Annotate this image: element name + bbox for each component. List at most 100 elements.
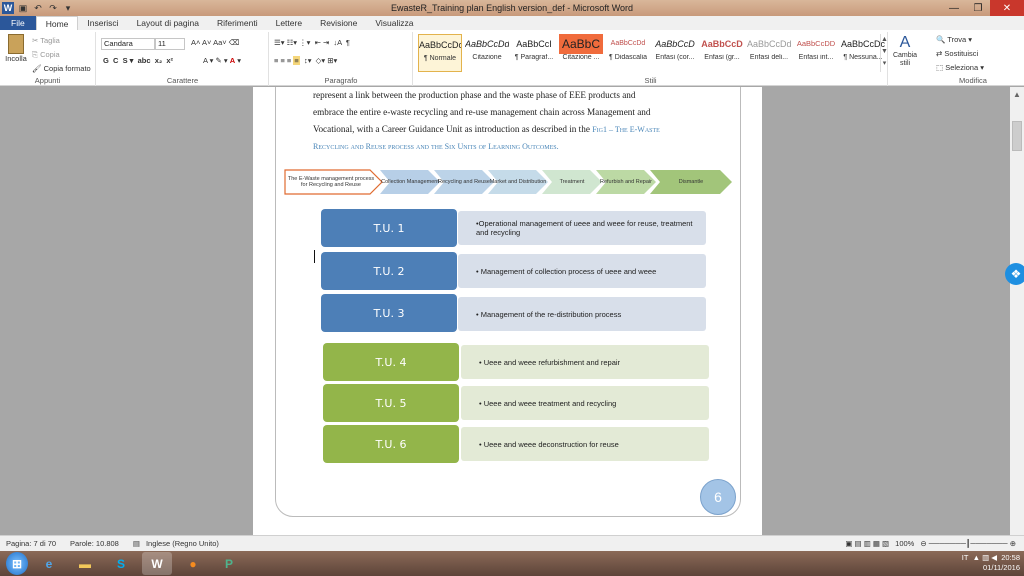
figure-reference-cont[interactable]: Recycling and Reuse process and the Six … (313, 142, 559, 151)
document-page[interactable]: represent a link between the production … (253, 87, 762, 535)
status-page[interactable]: Pagina: 7 di 70 (6, 539, 56, 548)
process-step: Refurbish and Repair (596, 170, 656, 194)
document-area[interactable]: represent a link between the production … (0, 87, 1010, 535)
zoom-level[interactable]: 100% (895, 539, 914, 548)
tab-mailings[interactable]: Lettere (267, 16, 311, 30)
clock-date[interactable]: 01/11/2016 (983, 563, 1020, 572)
align-buttons[interactable]: ≡ ≡ ≡ ≡ ↕▾ ◇▾ ⊞▾ (274, 56, 337, 65)
style-quote[interactable]: AaBbCcDdE Citazione (465, 34, 509, 72)
font-size-combo[interactable]: 11 (155, 38, 185, 50)
font-group-label: Carattere (166, 76, 199, 85)
cut-button[interactable]: ✂ Taglia (32, 36, 60, 45)
ribbon: Incolla ✂ Taglia ⎘ Copia 🖌 Copia formato… (0, 30, 1024, 86)
copy-button[interactable]: ⎘ Copia (32, 50, 60, 60)
text-effects-icon[interactable]: A ▾ ✎ ▾ A ▾ (203, 56, 241, 65)
word-taskbar-icon[interactable]: W (142, 552, 172, 575)
style-label: Enfasi (cor... (655, 54, 695, 61)
clock-time[interactable]: 20:58 (1001, 553, 1020, 562)
unit-description: • Ueee and weee treatment and recycling (461, 386, 709, 420)
process-step-label: Recycling and Reuse (438, 178, 490, 185)
style-preview: AaBbCcDc (419, 40, 461, 50)
save-icon[interactable]: ▣ (17, 2, 29, 14)
font-name-combo[interactable]: Candara (101, 38, 155, 50)
process-main-label: The E-Waste management process for Recyc… (287, 175, 375, 189)
restore-icon[interactable]: ❐ (966, 0, 990, 16)
system-tray: IT ▲ ▥ ◀ 20:58 01/11/2016 (961, 553, 1020, 572)
change-styles-button[interactable]: A Cambia stili (889, 32, 921, 86)
unit-description: • Ueee and weee refurbishment and repair (461, 345, 709, 379)
change-styles-label: Cambia stili (892, 52, 918, 67)
input-language[interactable]: IT (962, 553, 969, 562)
dropbox-icon[interactable]: ❖ (1005, 263, 1024, 285)
status-words[interactable]: Parole: 10.808 (70, 539, 119, 548)
paragraph-group: ☰▾ ☷▾ ⋮▾ ⇤ ⇥ ↓A ¶ ≡ ≡ ≡ ≡ ↕▾ ◇▾ ⊞▾ Parag… (270, 32, 413, 86)
firefox-icon[interactable]: ● (178, 552, 208, 575)
view-buttons[interactable]: ▣ ▤ ▥ ▦ ▧ (845, 539, 889, 548)
window-title: EwasteR_Training plan English version_de… (390, 3, 634, 13)
paragraph-text: Vocational, with a Career Guidance Unit … (313, 124, 590, 134)
tab-review[interactable]: Revisione (311, 16, 366, 30)
style-label: ¶ Normale (423, 55, 457, 62)
style-strong[interactable]: AaBbCcD Enfasi (gr... (700, 34, 744, 72)
editing-group: 🔍 Trova ▾ ⇄ Sostituisci ⬚ Seleziona ▾ Mo… (922, 32, 1024, 86)
close-icon[interactable]: ✕ (990, 0, 1024, 16)
style-label: ¶ Paragraf... (514, 54, 554, 61)
select-button[interactable]: ⬚ Seleziona ▾ (936, 63, 984, 72)
undo-icon[interactable]: ↶ (32, 2, 44, 14)
skype-icon[interactable]: S (106, 552, 136, 575)
tab-view[interactable]: Visualizza (366, 16, 422, 30)
body-paragraph[interactable]: represent a link between the production … (313, 87, 703, 155)
process-step: Collection Management (380, 170, 440, 194)
style-intense-emphasis[interactable]: AaBbCcDD Enfasi int... (794, 34, 838, 72)
proofing-icon[interactable]: ▤ (133, 539, 140, 548)
status-bar: Pagina: 7 di 70 Parole: 10.808 ▤ Inglese… (0, 535, 1024, 551)
style-list-paragraph[interactable]: AaBbCcI ¶ Paragraf... (512, 34, 556, 72)
format-painter-button[interactable]: 🖌 Copia formato (32, 64, 91, 73)
page-number: 6 (700, 479, 736, 515)
replace-button[interactable]: ⇄ Sostituisci (936, 49, 978, 58)
tab-home[interactable]: Home (35, 16, 79, 30)
start-button-icon[interactable]: ⊞ (6, 552, 28, 575)
style-no-spacing[interactable]: AaBbCcDc ¶ Nessuna... (841, 34, 885, 72)
find-button[interactable]: 🔍 Trova ▾ (936, 35, 972, 44)
tab-insert[interactable]: Inserisci (78, 16, 127, 30)
paste-icon (8, 34, 24, 54)
customize-qat-icon[interactable]: ▾ (62, 2, 74, 14)
paragraph-line: Vocational, with a Career Guidance Unit … (313, 121, 703, 138)
style-normal[interactable]: AaBbCcDc ¶ Normale (418, 34, 462, 72)
zoom-slider[interactable]: ⊖ ───────┃─────── ⊕ (920, 539, 1016, 548)
style-label: Enfasi int... (798, 54, 834, 61)
status-language[interactable]: Inglese (Regno Unito) (146, 539, 219, 548)
paragraph-line: represent a link between the production … (313, 90, 636, 100)
explorer-icon[interactable]: ▬ (70, 552, 100, 575)
replace-icon: ⇄ (936, 49, 943, 58)
style-subtle-emphasis[interactable]: AaBbCcDdE Enfasi deli... (747, 34, 791, 72)
word-logo-icon[interactable]: W (2, 2, 14, 14)
cut-label: Taglia (40, 36, 60, 45)
style-caption[interactable]: AaBbCcDd ¶ Didascalia (606, 34, 650, 72)
redo-icon[interactable]: ↷ (47, 2, 59, 14)
style-emphasis[interactable]: AaBbCcD Enfasi (cor... (653, 34, 697, 72)
ie-icon[interactable]: e (34, 552, 64, 575)
list-buttons[interactable]: ☰▾ ☷▾ ⋮▾ ⇤ ⇥ ↓A ¶ (274, 38, 350, 47)
grow-font-icon[interactable]: A˄ A˅ Aa˅ ⌫ (191, 38, 239, 47)
figure-reference[interactable]: Fig1 – The E-Waste (592, 125, 660, 134)
scroll-thumb[interactable] (1012, 121, 1022, 151)
select-icon: ⬚ (936, 63, 944, 72)
unit-tag: T.U. 3 (321, 294, 457, 332)
style-intense-quote[interactable]: AaBbC Citazione ... (559, 34, 603, 72)
process-step: Recycling and Reuse (434, 170, 494, 194)
styles-scroll-icon[interactable]: ▲ ▼ ▾ (880, 34, 888, 72)
paste-button[interactable]: Incolla (4, 34, 28, 63)
tab-file[interactable]: File (0, 16, 36, 30)
publisher-icon[interactable]: P (214, 552, 244, 575)
minimize-icon[interactable]: — (942, 0, 966, 16)
process-main-arrow: The E-Waste management process for Recyc… (284, 169, 384, 195)
style-label: ¶ Nessuna... (843, 54, 883, 61)
tab-page-layout[interactable]: Layout di pagina (128, 16, 208, 30)
tab-references[interactable]: Riferimenti (208, 16, 267, 30)
font-format-buttons[interactable]: G C S ▾ abc x₂ x² (103, 56, 173, 65)
vertical-scrollbar[interactable]: ▲ (1010, 87, 1024, 535)
scroll-up-icon[interactable]: ▲ (1010, 87, 1024, 101)
unit-description: •Operational management of ueee and weee… (458, 211, 706, 245)
